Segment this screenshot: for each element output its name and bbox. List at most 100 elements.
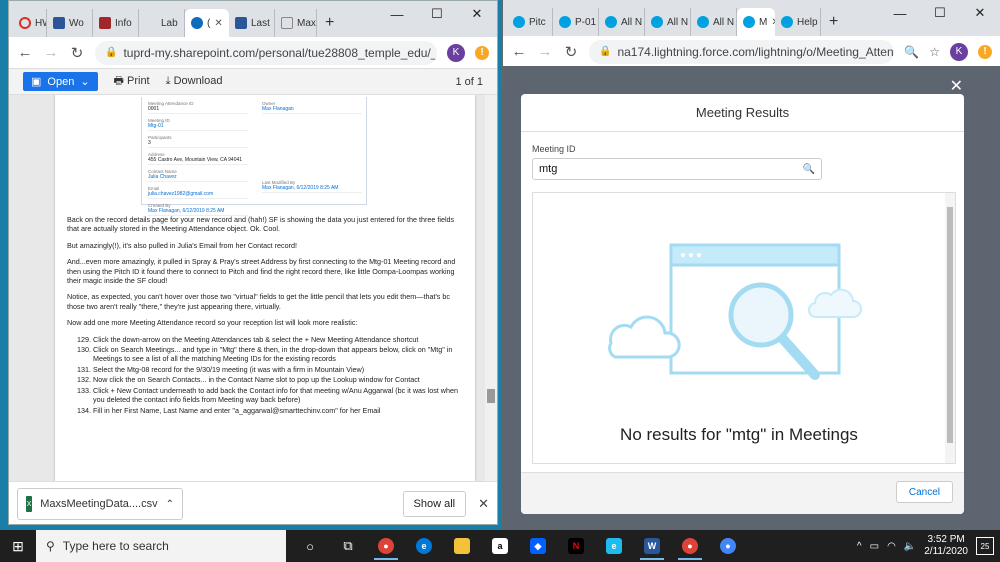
profile-avatar[interactable]: K xyxy=(447,43,465,62)
download-item[interactable]: X MaxsMeetingData....csv ⌃ xyxy=(17,488,183,520)
clock[interactable]: 3:52 PM 2/11/2020 xyxy=(924,534,968,558)
back-arrow-icon[interactable]: ← xyxy=(17,44,33,61)
left-tab-1[interactable]: Wo xyxy=(47,9,93,37)
internet-explorer-icon[interactable]: e xyxy=(598,532,630,560)
word-icon xyxy=(53,17,65,29)
close-tab-icon[interactable]: ✕ xyxy=(214,18,222,29)
scrollbar-thumb[interactable] xyxy=(487,389,495,403)
right-tab-6[interactable]: Help xyxy=(775,8,821,36)
salesforce-cloud-icon xyxy=(559,16,571,28)
new-tab-button[interactable]: + xyxy=(317,9,342,37)
download-button[interactable]: ⤓ Download xyxy=(166,75,223,88)
maximize-icon[interactable]: ☐ xyxy=(920,0,960,26)
left-tab-3[interactable]: Lab xyxy=(139,9,185,37)
taskbar-search[interactable]: ⚲ Type here to search xyxy=(36,530,286,562)
left-tab-4-active[interactable]: (✕ xyxy=(185,9,229,37)
left-tab-0[interactable]: HW xyxy=(13,9,47,37)
left-tab-5[interactable]: Last xyxy=(229,9,275,37)
reload-icon[interactable]: ↻ xyxy=(69,44,85,62)
maximize-icon[interactable]: ☐ xyxy=(417,1,457,27)
tray-chevron-up-icon[interactable]: ^ xyxy=(857,541,862,552)
meeting-search-input[interactable]: mtg 🔍 xyxy=(532,158,822,180)
right-tab-1[interactable]: P-01 xyxy=(553,8,599,36)
record-field-value[interactable]: Max Flanagan xyxy=(262,106,362,114)
right-tab-3[interactable]: All N xyxy=(645,8,691,36)
profile-avatar[interactable]: K xyxy=(950,42,968,61)
right-tab-0[interactable]: Pitc xyxy=(507,8,553,36)
minimize-icon[interactable]: — xyxy=(880,0,920,26)
print-button[interactable]: 🖶 Print xyxy=(114,72,150,91)
right-tab-5[interactable]: M✕ xyxy=(737,8,775,36)
amazon-icon[interactable]: a xyxy=(484,532,516,560)
step-number: 133. xyxy=(77,385,91,395)
record-field-value[interactable]: julia.chavez1982@gmail.com xyxy=(148,191,248,199)
chrome-profile-icon[interactable]: ● xyxy=(674,532,706,560)
minimize-icon[interactable]: — xyxy=(377,1,417,27)
word-icon xyxy=(235,17,247,29)
cortana-icon[interactable]: ○ xyxy=(294,532,326,560)
right-tab-2[interactable]: All N xyxy=(599,8,645,36)
pdf-scrollbar[interactable] xyxy=(485,95,497,481)
pdf-toolbar: ▣ Open ⌄ 🖶 Print ⤓ Download 1 of 1 xyxy=(9,69,497,95)
record-field-value[interactable]: Mtg-01 xyxy=(148,123,248,131)
open-button[interactable]: ▣ Open ⌄ xyxy=(23,72,98,91)
wifi-icon[interactable]: ◠ xyxy=(887,541,896,552)
chrome-icon[interactable]: ● xyxy=(370,532,402,560)
update-alert-icon[interactable]: ! xyxy=(475,45,489,60)
right-tab-4[interactable]: All N xyxy=(691,8,737,36)
modal-title: Meeting Results xyxy=(521,94,964,132)
cancel-button[interactable]: Cancel xyxy=(895,481,953,503)
chrome-alt-icon[interactable]: ● xyxy=(712,532,744,560)
netflix-icon[interactable]: N xyxy=(560,532,592,560)
forward-arrow-icon[interactable]: → xyxy=(43,44,59,61)
windows-start-icon[interactable]: ⊞ xyxy=(0,538,36,555)
battery-icon[interactable]: ▭ xyxy=(870,541,879,552)
left-tab-2[interactable]: Info xyxy=(93,9,139,37)
volume-icon[interactable]: 🔈 xyxy=(904,541,916,552)
back-arrow-icon[interactable]: ← xyxy=(511,43,527,60)
edge-icon[interactable]: e xyxy=(408,532,440,560)
notification-center-icon[interactable]: 25 xyxy=(976,537,994,555)
address-bar[interactable]: 🔒 tuprd-my.sharepoint.com/personal/tue28… xyxy=(95,40,437,65)
modal-backdrop: ✕ Meeting Results Meeting ID mtg 🔍 No re… xyxy=(503,66,1000,530)
word-icon[interactable]: W xyxy=(636,532,668,560)
chevron-down-icon: ⌄ xyxy=(80,76,90,88)
record-field-value[interactable]: Julia Chavez xyxy=(148,174,248,182)
step-text: Fill in her First Name, Last Name and en… xyxy=(93,405,381,415)
step-number: 132. xyxy=(77,375,91,385)
chevron-up-icon[interactable]: ⌃ xyxy=(166,499,174,510)
lock-icon: 🔒 xyxy=(599,46,612,57)
file-explorer-icon[interactable] xyxy=(446,532,478,560)
left-tab-6[interactable]: Max xyxy=(275,9,317,37)
address-bar[interactable]: 🔒 na174.lightning.force.com/lightning/o/… xyxy=(589,39,895,64)
scrollbar-thumb[interactable] xyxy=(947,207,953,443)
cloud-icon xyxy=(191,17,203,29)
record-screenshot: Meeting Attendance ID 0001 Meeting ID Mtg-0… xyxy=(141,97,367,216)
close-download-bar-icon[interactable]: ✕ xyxy=(478,496,489,512)
step-item: 131. Select the Mtg-08 record for the 9/3… xyxy=(67,365,465,374)
dot-icon xyxy=(681,253,685,257)
forward-arrow-icon[interactable]: → xyxy=(537,43,553,60)
right-tab-strip: PitcP-01All NAll NAll NM✕Help+—☐✕ xyxy=(503,0,1000,36)
dropbox-icon[interactable]: ◆ xyxy=(522,532,554,560)
step-number: 134. xyxy=(77,405,91,415)
new-tab-button[interactable]: + xyxy=(821,8,846,36)
close-icon[interactable]: ✕ xyxy=(950,76,963,96)
tab-label: Help xyxy=(797,16,818,28)
update-alert-icon[interactable]: ! xyxy=(978,44,992,59)
close-window-icon[interactable]: ✕ xyxy=(457,1,497,27)
zoom-icon[interactable]: 🔍 xyxy=(904,45,919,59)
step-item: 133. Click + New Contact underneath to ad… xyxy=(67,386,465,405)
task-view-icon[interactable]: ⧉ xyxy=(332,532,364,560)
bookmark-star-icon[interactable]: ☆ xyxy=(929,45,940,59)
close-window-icon[interactable]: ✕ xyxy=(960,0,1000,26)
left-tab-strip: HW Wo Info Lab (✕ Last Max + — ☐ ✕ xyxy=(9,1,497,37)
left-toolbar: ← → ↻ 🔒 tuprd-my.sharepoint.com/personal… xyxy=(9,37,497,69)
tab-label: Last xyxy=(251,17,270,29)
results-panel: No results for "mtg" in Meetings xyxy=(532,192,956,464)
record-field-value[interactable]: Max Flanagan, 6/12/2019 8:25 AM xyxy=(262,185,362,193)
document-body: Back on the record details page for your… xyxy=(67,215,465,416)
reload-icon[interactable]: ↻ xyxy=(563,43,579,61)
show-all-button[interactable]: Show all xyxy=(402,491,467,517)
results-scrollbar[interactable] xyxy=(945,193,955,463)
